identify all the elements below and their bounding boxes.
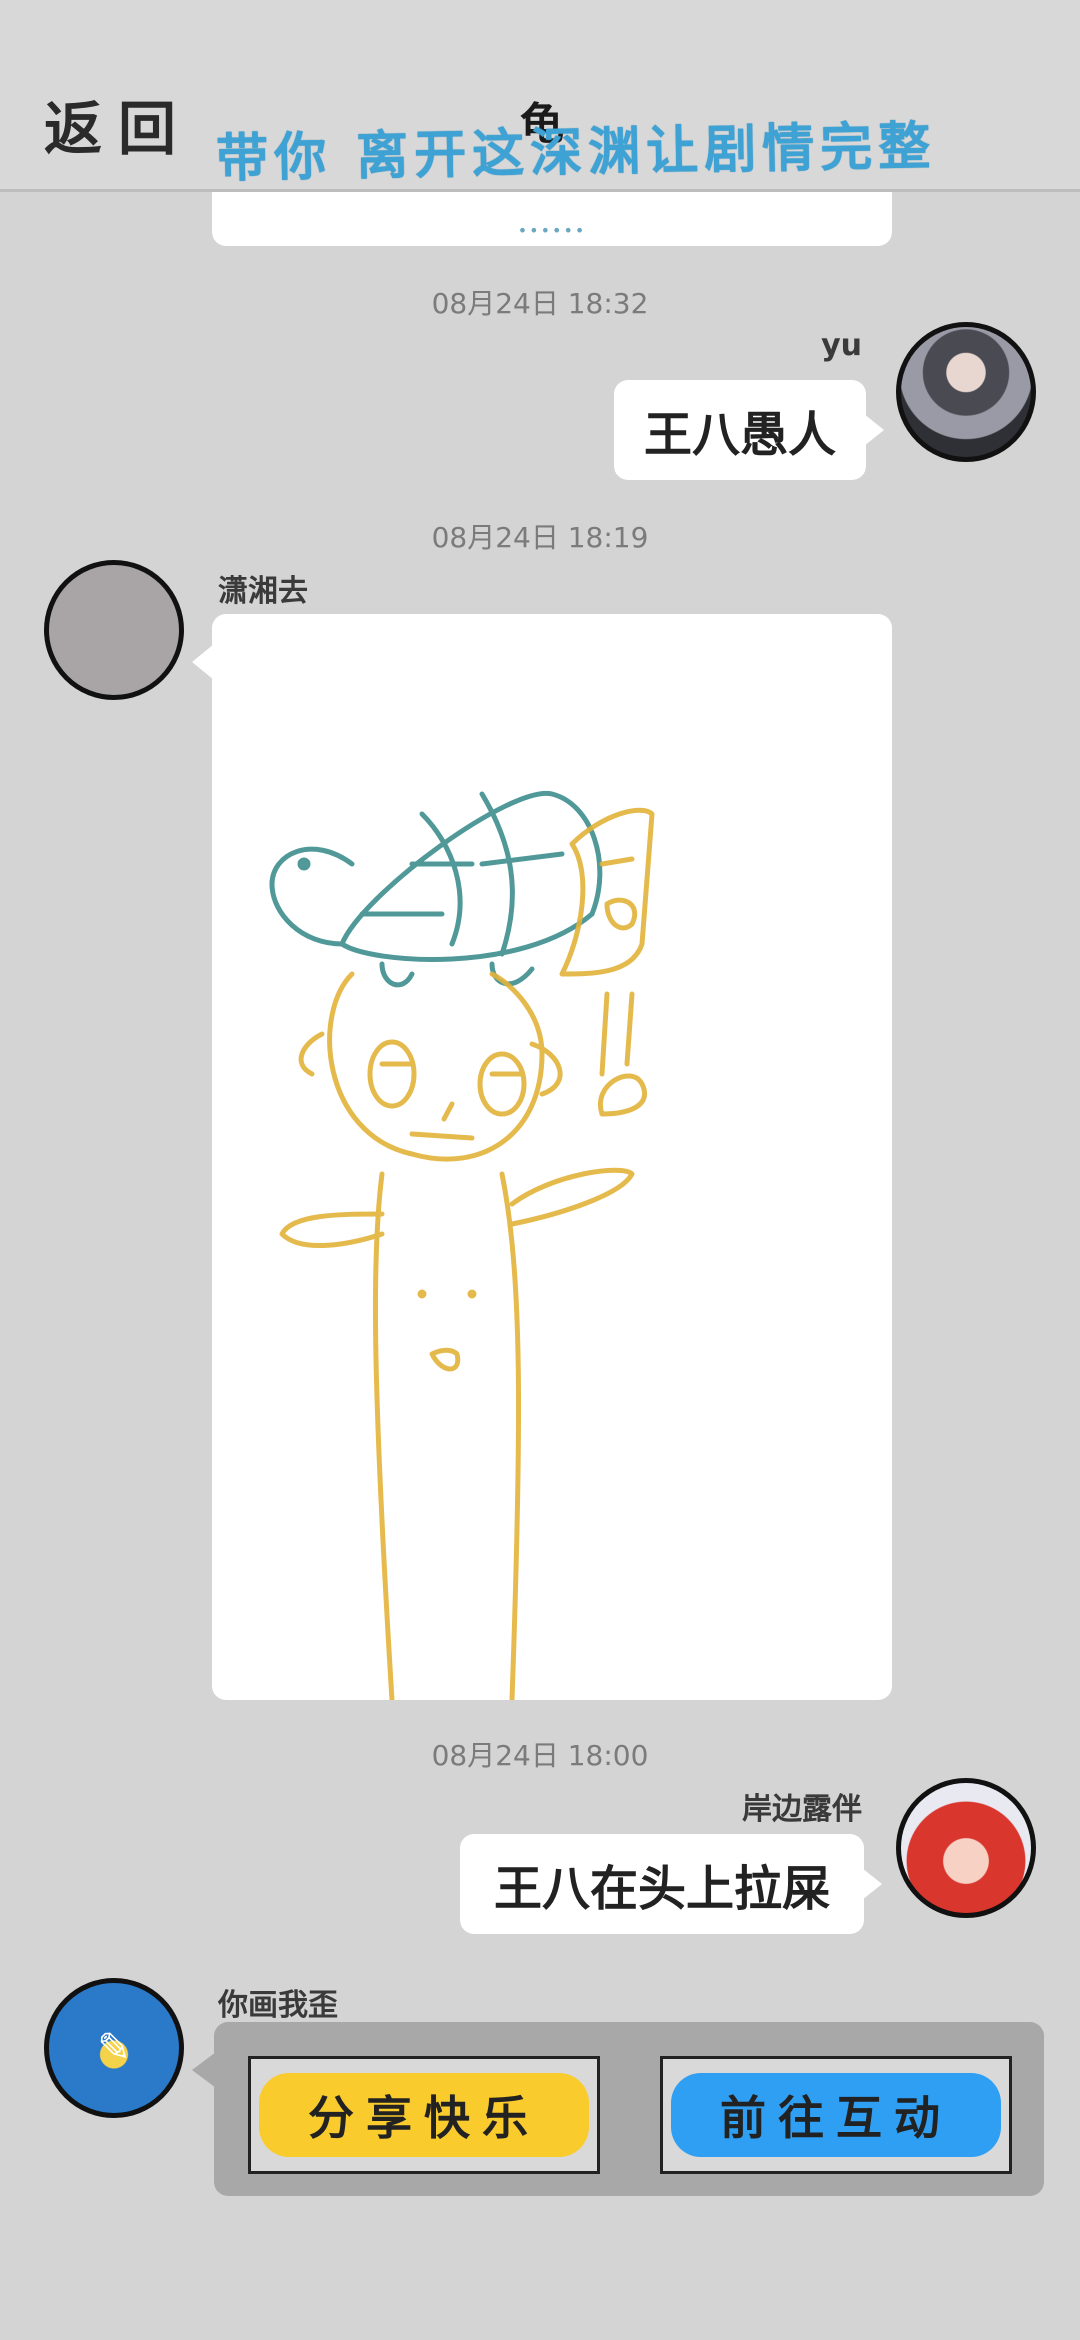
message-bubble[interactable]: 王八在头上拉屎 <box>460 1834 882 1934</box>
sender-name: 你画我歪 <box>218 1988 338 2023</box>
avatar-kishibe-rohan[interactable] <box>896 1778 1036 1918</box>
timestamp: 08月24日 18:32 <box>431 287 649 320</box>
timestamp: 08月24日 18:00 <box>431 1739 649 1772</box>
image-message[interactable] <box>192 614 892 1703</box>
avatar-ni-hua-wo-wai[interactable]: ✎ <box>44 1978 184 2118</box>
banner-text: 带你 离开这深渊让剧情完整 <box>215 115 937 190</box>
go-interact-button[interactable]: 前往互动 <box>660 2056 1012 2174</box>
avatar-yu[interactable] <box>896 322 1036 462</box>
sender-name: yu <box>821 328 862 363</box>
top-bar: 返回 龟 带你 离开这深渊让剧情完整 <box>0 0 1080 192</box>
go-button-label: 前往互动 <box>720 2091 952 2145</box>
message-bubble[interactable]: 王八愚人 <box>614 380 884 480</box>
previous-message-card[interactable]: •••••• <box>212 192 892 246</box>
sender-name: 潇湘去 <box>218 574 308 609</box>
timestamp: 08月24日 18:19 <box>431 521 649 554</box>
share-joy-button[interactable]: 分享快乐 <box>248 2056 600 2174</box>
drawing-image <box>269 790 655 1703</box>
pencil-icon: ✎ <box>97 2025 131 2071</box>
action-card: 分享快乐 前往互动 <box>192 2022 1044 2196</box>
loading-dots: •••••• <box>517 221 587 240</box>
back-button[interactable]: 返回 <box>44 82 192 166</box>
share-button-label: 分享快乐 <box>308 2091 540 2145</box>
sender-name: 岸边露伴 <box>742 1792 862 1827</box>
avatar-xiaoxiangqu[interactable] <box>44 560 184 700</box>
